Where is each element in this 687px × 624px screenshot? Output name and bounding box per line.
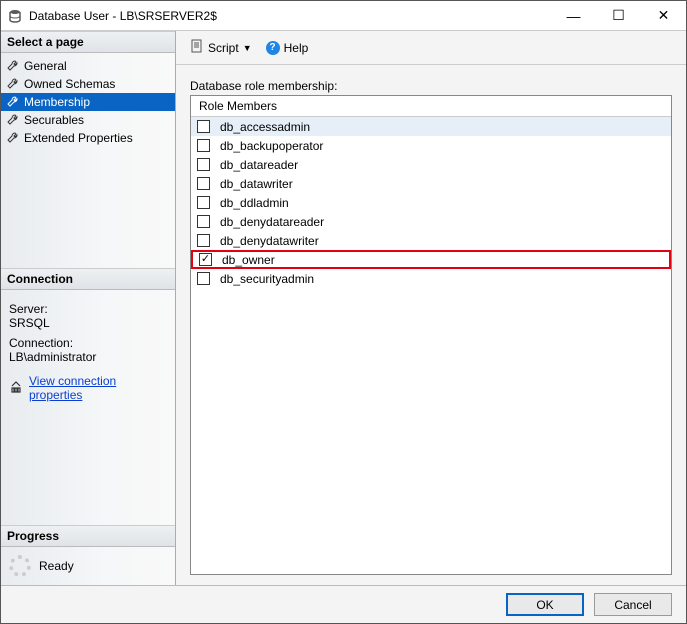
help-icon: ? (266, 41, 280, 55)
minimize-button[interactable]: — (551, 1, 596, 30)
progress-header: Progress (1, 525, 175, 547)
sidebar-item-label: Extended Properties (24, 131, 133, 145)
connection-icon (9, 381, 23, 396)
cancel-button[interactable]: Cancel (594, 593, 672, 616)
progress-status: Ready (39, 559, 74, 573)
role-label: db_denydatareader (220, 215, 324, 229)
script-icon (190, 39, 204, 56)
page-nav-list: General Owned Schemas Membership Securables… (1, 53, 175, 151)
connection-link-label: View connection properties (29, 374, 167, 402)
role-listbox: Role Members db_accessadmin db_backupoper… (190, 95, 672, 575)
connection-value: LB\administrator (9, 350, 167, 364)
script-button[interactable]: Script ▼ (186, 37, 256, 58)
sidebar-item-securables[interactable]: Securables (1, 111, 175, 129)
role-checkbox[interactable] (197, 234, 210, 247)
connection-label: Connection: (9, 336, 167, 350)
dialog-button-bar: OK Cancel (1, 585, 686, 623)
script-label: Script (208, 41, 239, 55)
role-column-header[interactable]: Role Members (191, 96, 671, 117)
server-value: SRSQL (9, 316, 167, 330)
role-row[interactable]: db_denydatawriter (191, 231, 671, 250)
role-checkbox[interactable] (197, 272, 210, 285)
sidebar: Select a page General Owned Schemas Member… (1, 31, 176, 585)
sidebar-item-general[interactable]: General (1, 57, 175, 75)
close-button[interactable]: ✕ (641, 1, 686, 30)
role-row[interactable]: db_accessadmin (191, 117, 671, 136)
wrench-icon (7, 78, 19, 90)
role-row[interactable]: db_datawriter (191, 174, 671, 193)
role-rows: db_accessadmin db_backupoperator db_datare… (191, 117, 671, 288)
progress-block: Ready (1, 547, 175, 585)
maximize-button[interactable]: ☐ (596, 1, 641, 30)
wrench-icon (7, 96, 19, 108)
help-label: Help (284, 41, 309, 55)
sidebar-item-label: Membership (24, 95, 90, 109)
role-row[interactable]: db_backupoperator (191, 136, 671, 155)
connection-header: Connection (1, 268, 175, 290)
role-checkbox[interactable] (197, 215, 210, 228)
sidebar-item-extended-properties[interactable]: Extended Properties (1, 129, 175, 147)
role-row[interactable]: db_datareader (191, 155, 671, 174)
role-checkbox[interactable] (197, 139, 210, 152)
window-title: Database User - LB\SRSERVER2$ (29, 9, 551, 23)
role-label: db_ddladmin (220, 196, 289, 210)
role-label: db_denydatawriter (220, 234, 319, 248)
sidebar-item-label: Owned Schemas (24, 77, 115, 91)
sidebar-item-label: Securables (24, 113, 84, 127)
select-page-header: Select a page (1, 31, 175, 53)
role-label: db_accessadmin (220, 120, 310, 134)
role-checkbox[interactable] (197, 177, 210, 190)
help-button[interactable]: ? Help (262, 39, 313, 57)
role-label: db_backupoperator (220, 139, 323, 153)
main-panel: Script ▼ ? Help Database role membership… (176, 31, 686, 585)
sidebar-item-membership[interactable]: Membership (1, 93, 175, 111)
window-controls: — ☐ ✕ (551, 1, 686, 30)
role-membership-label: Database role membership: (190, 79, 672, 93)
sidebar-item-owned-schemas[interactable]: Owned Schemas (1, 75, 175, 93)
role-label: db_datareader (220, 158, 298, 172)
view-connection-properties-link[interactable]: View connection properties (9, 374, 167, 402)
role-label: db_owner (222, 253, 275, 267)
role-checkbox[interactable] (197, 196, 210, 209)
role-row[interactable]: db_securityadmin (191, 269, 671, 288)
role-row[interactable]: db_denydatareader (191, 212, 671, 231)
ok-button[interactable]: OK (506, 593, 584, 616)
wrench-icon (7, 60, 19, 72)
role-row[interactable]: db_ddladmin (191, 193, 671, 212)
role-checkbox[interactable] (197, 158, 210, 171)
role-checkbox[interactable]: ✓ (199, 253, 212, 266)
role-row[interactable]: ✓ db_owner (191, 250, 671, 269)
role-label: db_datawriter (220, 177, 293, 191)
wrench-icon (7, 132, 19, 144)
toolbar: Script ▼ ? Help (176, 31, 686, 65)
sidebar-item-label: General (24, 59, 67, 73)
progress-spinner-icon (9, 555, 31, 577)
title-bar: Database User - LB\SRSERVER2$ — ☐ ✕ (1, 1, 686, 31)
wrench-icon (7, 114, 19, 126)
server-label: Server: (9, 302, 167, 316)
connection-block: Server: SRSQL Connection: LB\administrat… (1, 290, 175, 408)
database-icon (7, 8, 23, 24)
role-checkbox[interactable] (197, 120, 210, 133)
chevron-down-icon: ▼ (243, 43, 252, 53)
role-label: db_securityadmin (220, 272, 314, 286)
